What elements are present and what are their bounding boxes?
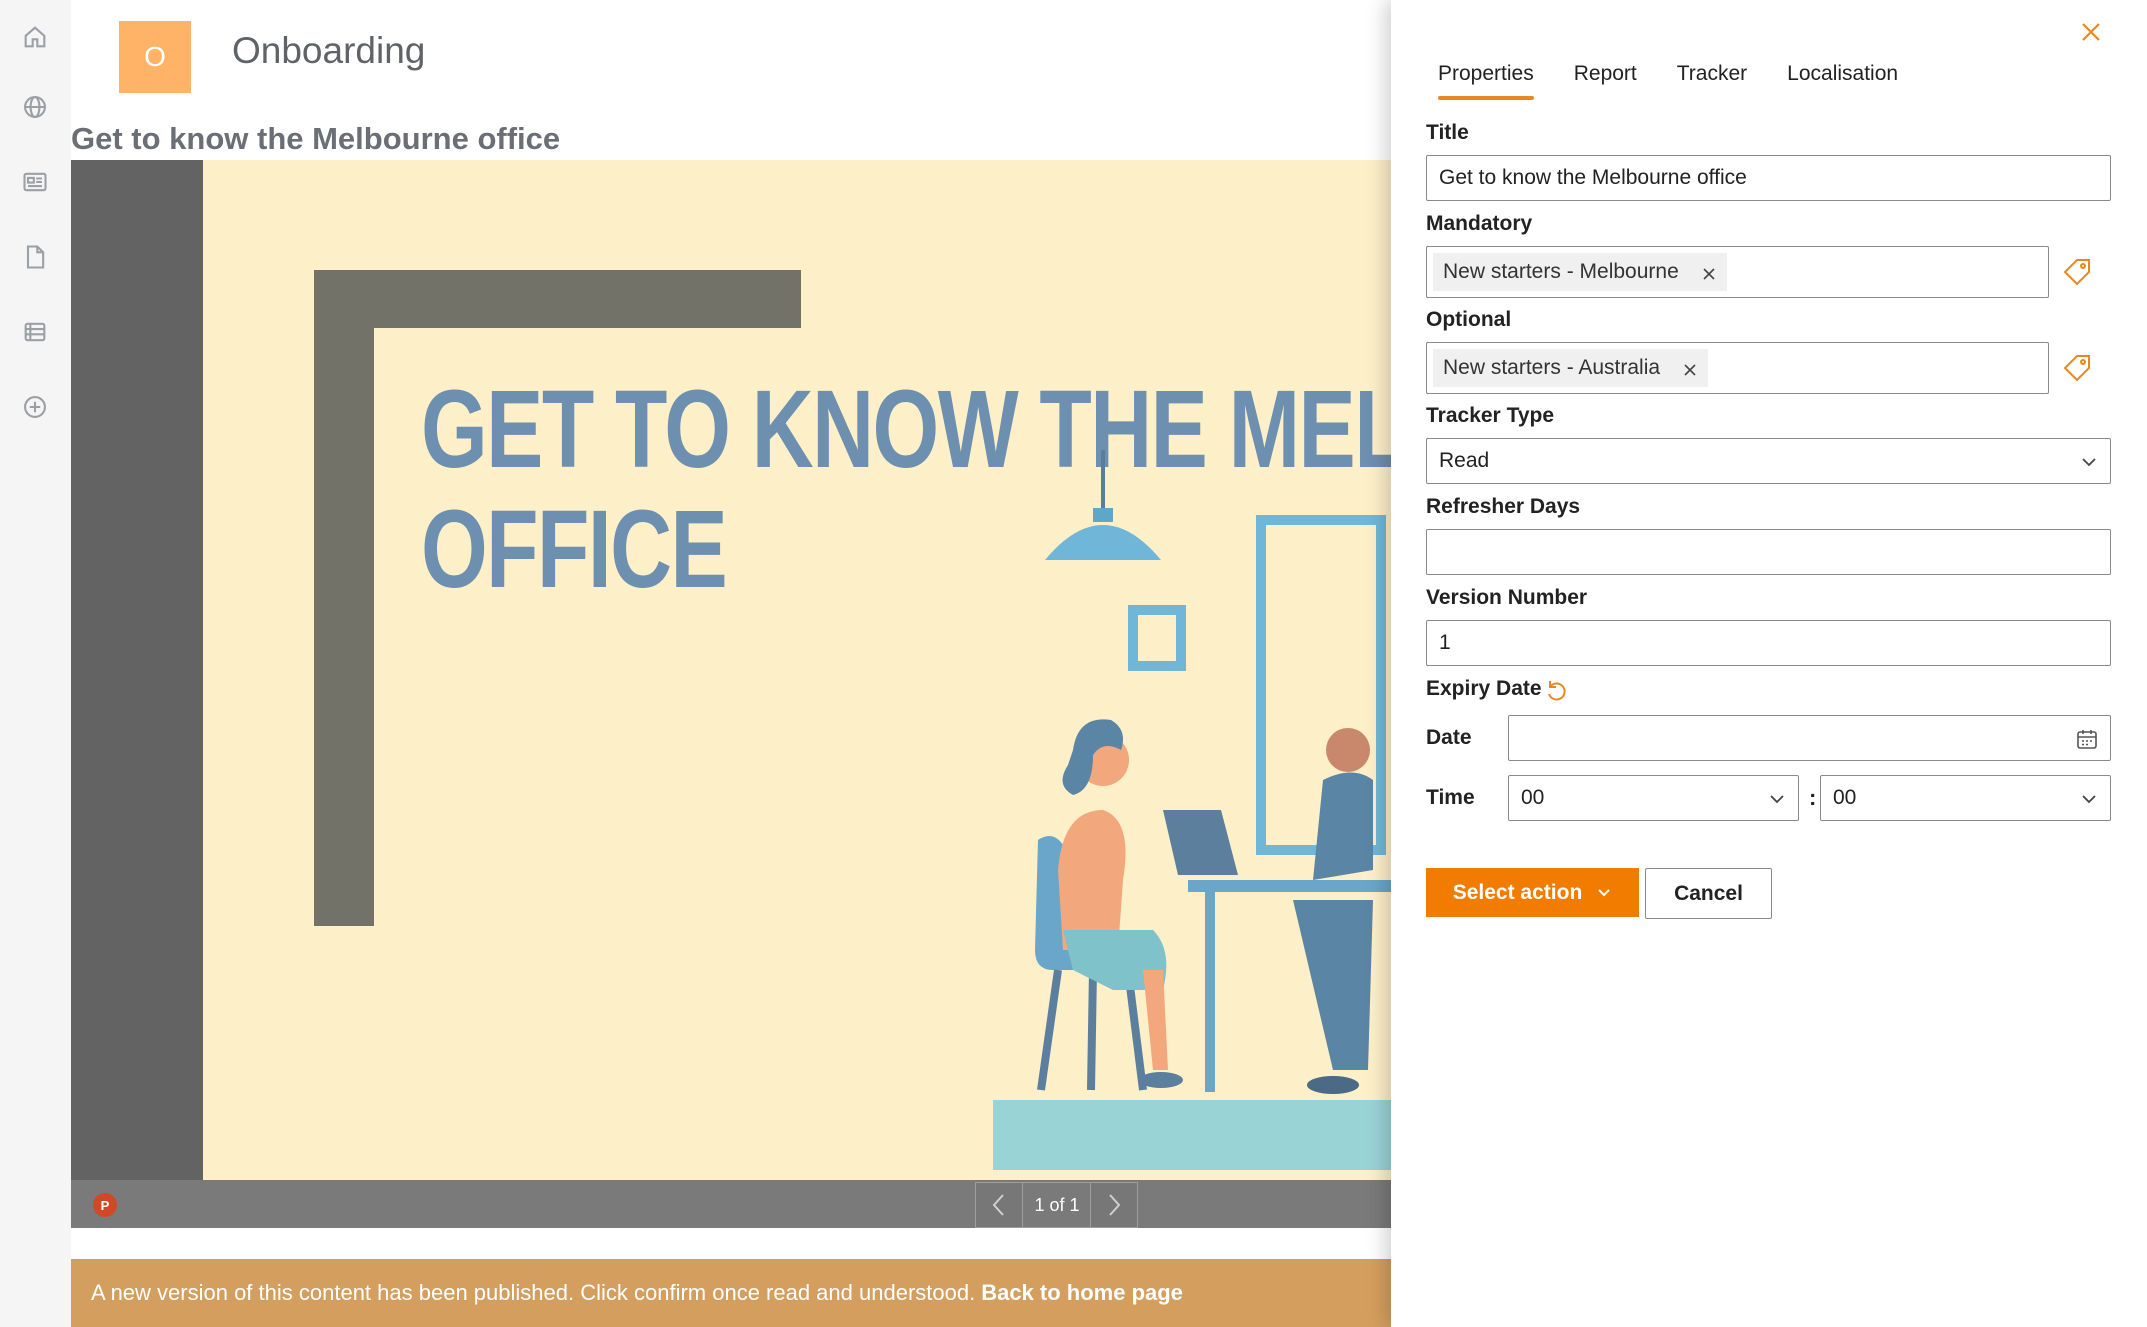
document-icon[interactable] [20,242,50,272]
slide-bracket-decoration [314,270,374,926]
home-icon[interactable] [20,22,50,52]
date-label: Date [1426,726,1472,749]
select-action-label: Select action [1452,880,1583,904]
site-logo[interactable]: O [119,21,191,93]
left-rail [0,0,71,1327]
viewer-toolbar: P 1 of 1 [71,1180,1391,1228]
expiry-date-label: Expiry Date [1426,677,1542,700]
chevron-down-icon [2080,453,2098,471]
new-version-notice: A new version of this content has been p… [71,1259,1391,1327]
slide-bracket-decoration [314,270,801,328]
notice-text: A new version of this content has been p… [91,1280,976,1305]
tag-icon[interactable] [2062,257,2092,287]
chevron-down-icon [1768,790,1786,808]
calendar-icon[interactable] [2076,728,2098,750]
hour-dropdown[interactable]: 00 [1508,775,1799,821]
mandatory-tag-chip: New starters - Melbourne [1433,253,1727,291]
hour-value: 00 [1521,786,1545,809]
list-icon[interactable] [20,317,50,347]
title-label: Title [1426,121,1469,144]
tracker-type-dropdown[interactable]: Read [1426,438,2111,484]
document-viewer: GET TO KNOW THE MEL OFFICE P 1 of 1 [71,160,1391,1228]
powerpoint-icon: P [93,1193,117,1217]
time-separator: : [1809,785,1817,810]
tag-icon[interactable] [2062,353,2092,383]
version-number-label: Version Number [1426,586,1588,609]
title-input[interactable]: Get to know the Melbourne office [1426,155,2111,201]
tracker-type-value: Read [1439,449,1490,472]
reset-icon[interactable] [1543,678,1569,704]
mandatory-label: Mandatory [1426,212,1533,235]
close-icon [1684,364,1696,376]
slide: GET TO KNOW THE MEL OFFICE [203,160,1391,1180]
select-action-button[interactable]: Select action [1426,868,1639,917]
tag-chip-label: New starters - Australia [1443,356,1661,379]
minute-dropdown[interactable]: 00 [1820,775,2111,821]
remove-tag-button[interactable] [1701,264,1717,280]
optional-tag-chip: New starters - Australia [1433,349,1709,387]
optional-tag-picker[interactable]: New starters - Australia [1426,342,2049,394]
tab-localisation[interactable]: Localisation [1787,58,1898,100]
title-input-value: Get to know the Melbourne office [1439,166,1747,189]
properties-panel: Properties Report Tracker Localisation T… [1391,0,2147,1327]
refresher-days-label: Refresher Days [1426,495,1581,518]
close-icon [1703,268,1715,280]
minute-value: 00 [1833,786,1857,809]
tracker-type-label: Tracker Type [1426,404,1555,427]
chevron-down-icon [1598,888,1610,896]
page-indicator: 1 of 1 [1023,1182,1091,1228]
tab-properties[interactable]: Properties [1438,58,1534,100]
news-icon[interactable] [20,167,50,197]
cancel-button[interactable]: Cancel [1645,868,1772,919]
globe-icon[interactable] [20,92,50,122]
refresher-days-input[interactable] [1426,529,2111,575]
time-label: Time [1426,786,1475,809]
add-circle-icon[interactable] [20,392,50,422]
back-to-home-link[interactable]: Back to home page [981,1280,1183,1306]
optional-label: Optional [1426,308,1512,331]
date-input[interactable] [1508,715,2111,761]
office-illustration [993,450,1391,1170]
version-number-value: 1 [1439,631,1451,654]
previous-page-button[interactable] [975,1182,1023,1228]
remove-tag-button[interactable] [1682,360,1698,376]
page-title: Get to know the Melbourne office [71,121,561,156]
close-panel-button[interactable] [2077,18,2105,46]
tab-report[interactable]: Report [1574,58,1637,100]
tag-chip-label: New starters - Melbourne [1443,260,1679,283]
mandatory-tag-picker[interactable]: New starters - Melbourne [1426,246,2049,298]
chevron-down-icon [2080,790,2098,808]
version-number-input[interactable]: 1 [1426,620,2111,666]
panel-tabs: Properties Report Tracker Localisation [1438,58,1938,100]
close-icon [2082,23,2100,41]
site-title[interactable]: Onboarding [232,30,425,72]
tab-tracker[interactable]: Tracker [1677,58,1747,100]
next-page-button[interactable] [1090,1182,1138,1228]
